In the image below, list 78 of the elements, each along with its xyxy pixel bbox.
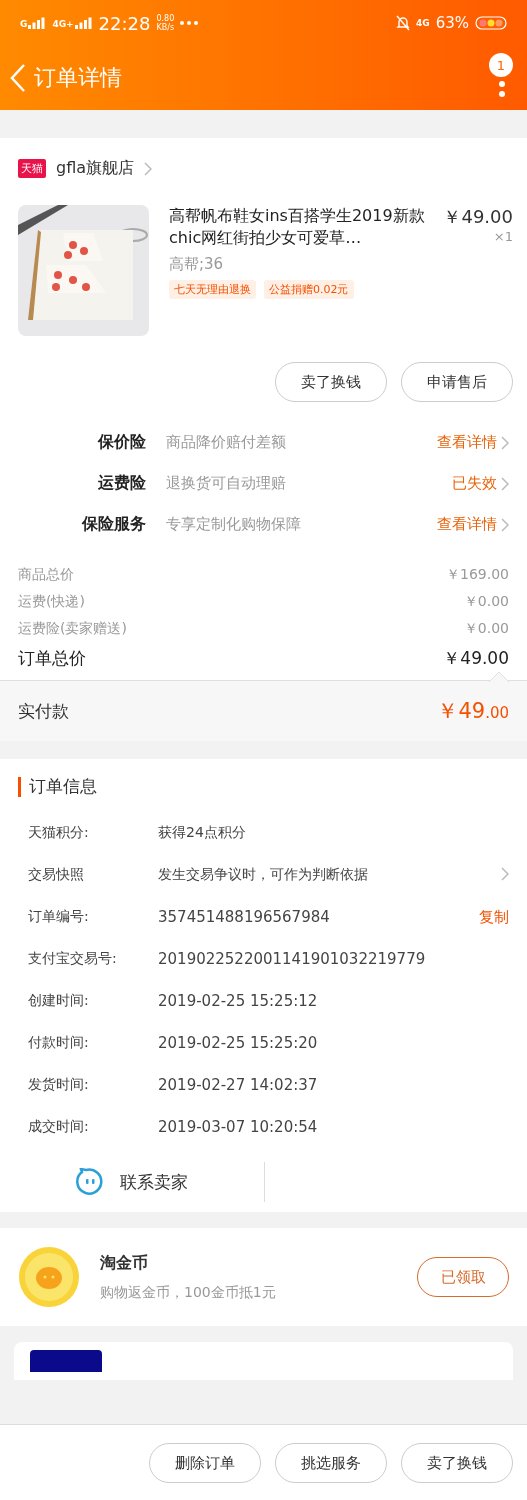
store-name[interactable]: gfla旗舰店 bbox=[56, 158, 135, 179]
insurance-link[interactable]: 已失效 bbox=[452, 474, 497, 493]
info-value: 2019-02-25 15:25:20 bbox=[158, 1034, 319, 1052]
product-sku: 高帮;36 bbox=[169, 255, 225, 274]
info-value: 357451488196567984 bbox=[158, 908, 331, 926]
price-value: ￥0.00 bbox=[463, 592, 509, 611]
chevron-icon bbox=[501, 866, 509, 881]
info-value: 2019-02-25 15:25:12 bbox=[158, 992, 319, 1010]
insurance-description: 退换货可自动理赔 bbox=[166, 474, 287, 493]
info-label: 发货时间: bbox=[28, 1076, 90, 1094]
order-action-button[interactable]: 挑选服务 bbox=[275, 1443, 387, 1483]
item-action-button[interactable]: 申请售后 bbox=[401, 362, 513, 402]
info-label: 订单编号: bbox=[28, 908, 90, 926]
chevron-icon bbox=[144, 161, 153, 176]
muted-bell-icon bbox=[396, 15, 410, 31]
info-label: 创建时间: bbox=[28, 992, 90, 1010]
insurance-link[interactable]: 查看详情 bbox=[437, 515, 497, 534]
order-action-button[interactable]: 卖了换钱 bbox=[401, 1443, 513, 1483]
status-time: 22:28 bbox=[98, 12, 151, 34]
price-value: ￥169.00 bbox=[446, 565, 509, 584]
battery-icon bbox=[475, 16, 507, 30]
insurance-description: 商品降价赔付差额 bbox=[166, 433, 287, 452]
info-value: 2019022522001141901032219779 bbox=[158, 950, 427, 968]
order-action-button[interactable]: 删除订单 bbox=[149, 1443, 261, 1483]
price-value: ￥49.00 bbox=[443, 647, 509, 670]
network-label: 4G+ bbox=[52, 19, 74, 29]
signal-icon bbox=[74, 17, 93, 29]
info-value: 2019-02-27 14:02:37 bbox=[158, 1076, 319, 1094]
more-dots-icon bbox=[180, 21, 199, 25]
coin-description: 购物返金币，100金币抵1元 bbox=[100, 1283, 277, 1302]
insurance-name: 保险服务 bbox=[80, 514, 146, 535]
chat-face-icon bbox=[76, 1168, 104, 1196]
copy-link[interactable]: 复制 bbox=[479, 907, 509, 927]
info-value: 获得24点积分 bbox=[158, 824, 247, 842]
info-label: 付款时间: bbox=[28, 1034, 90, 1052]
paid-label: 实付款 bbox=[18, 699, 69, 723]
network-speed: 0.80 bbox=[156, 14, 175, 23]
price-label: 商品总价 bbox=[18, 565, 74, 584]
network-label: G bbox=[20, 19, 28, 29]
network-label: 4G bbox=[416, 18, 430, 28]
coin-icon bbox=[18, 1246, 80, 1308]
info-label: 交易快照 bbox=[28, 866, 85, 884]
coin-title: 淘金币 bbox=[100, 1252, 149, 1274]
more-menu-icon[interactable] bbox=[498, 80, 506, 98]
paid-amount: ￥49.00 bbox=[437, 698, 509, 725]
info-label: 天猫积分: bbox=[28, 824, 90, 842]
back-icon[interactable] bbox=[10, 63, 26, 93]
insurance-link[interactable]: 查看详情 bbox=[437, 433, 497, 452]
product-quantity: ×1 bbox=[493, 229, 513, 244]
notification-badge: 1 bbox=[489, 53, 513, 77]
chevron-icon bbox=[501, 476, 509, 491]
signal-icon bbox=[28, 17, 47, 29]
price-label: 运费(快递) bbox=[18, 592, 85, 611]
insurance-description: 专享定制化购物保障 bbox=[166, 515, 302, 534]
info-value: 2019-03-07 10:20:54 bbox=[158, 1118, 319, 1136]
store-tag: 天猫 bbox=[18, 159, 46, 178]
speed-unit: KB/s bbox=[156, 23, 175, 32]
info-value: 发生交易争议时，可作为判断依据 bbox=[158, 866, 369, 884]
info-label: 支付宝交易号: bbox=[28, 950, 118, 968]
service-tag: 七天无理由退换 bbox=[169, 280, 256, 299]
section-title: 订单信息 bbox=[29, 775, 97, 798]
chevron-icon bbox=[501, 435, 509, 450]
page-title: 订单详情 bbox=[34, 64, 123, 92]
item-action-button[interactable]: 卖了换钱 bbox=[275, 362, 387, 402]
product-title[interactable]: 高帮帆布鞋女ins百搭学生2019新款chic网红街拍少女可爱草… bbox=[169, 205, 436, 249]
chevron-icon bbox=[501, 517, 509, 532]
service-tag: 公益捐赠0.02元 bbox=[264, 280, 354, 299]
insurance-name: 保价险 bbox=[96, 432, 146, 453]
claimed-button[interactable]: 已领取 bbox=[417, 1257, 509, 1297]
price-label: 订单总价 bbox=[18, 647, 86, 670]
insurance-name: 运费险 bbox=[97, 473, 146, 494]
info-label: 成交时间: bbox=[28, 1118, 90, 1136]
contact-seller-link[interactable]: 联系卖家 bbox=[120, 1170, 188, 1194]
price-value: ￥0.00 bbox=[463, 619, 509, 638]
banner-image bbox=[30, 1350, 102, 1372]
product-price: ￥49.00 bbox=[443, 205, 513, 229]
price-label: 运费险(卖家赠送) bbox=[18, 619, 127, 638]
battery-percent: 63% bbox=[435, 14, 469, 32]
